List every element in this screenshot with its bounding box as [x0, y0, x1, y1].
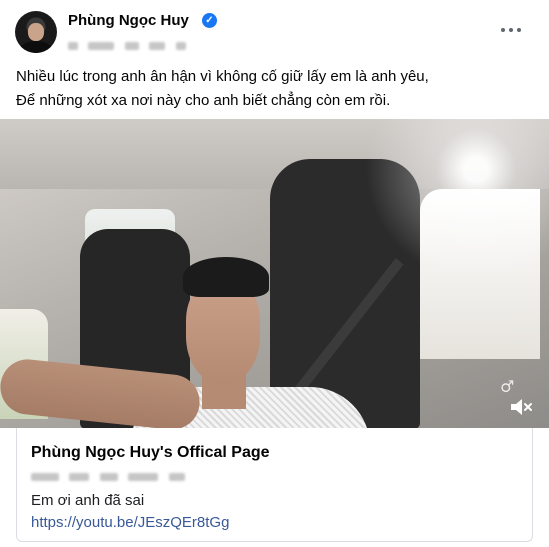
avatar-shirt [19, 41, 53, 53]
blurred-meta [69, 472, 90, 481]
video-scene-person-hair [183, 257, 269, 297]
facebook-post: Phùng Ngọc Huy ✓ Nhiều lúc trong anh ân … [0, 0, 549, 547]
verified-badge-icon: ✓ [202, 13, 217, 28]
author-avatar[interactable] [15, 11, 57, 53]
more-options-icon[interactable] [496, 16, 526, 44]
post-header: Phùng Ngọc Huy ✓ [0, 0, 549, 56]
caption-line-1: Nhiều lúc trong anh ân hận vì không cố g… [16, 68, 429, 85]
link-preview-meta-blurred [31, 468, 191, 481]
video-scene-sunlight [320, 119, 549, 299]
blurred-meta [124, 41, 139, 50]
post-caption: Nhiều lúc trong anh ân hận vì không cố g… [16, 65, 536, 113]
blurred-meta [168, 472, 185, 481]
caption-line-2: Để những xót xa nơi này cho anh biết chẳ… [16, 92, 391, 109]
blurred-meta [128, 472, 159, 481]
post-meta-blurred [68, 37, 192, 50]
avatar-face [28, 23, 44, 41]
link-preview-description: Em ơi anh đã sai [31, 492, 145, 509]
blurred-meta [175, 41, 186, 50]
blurred-meta [68, 41, 78, 50]
blurred-meta [99, 472, 118, 481]
blurred-meta [31, 472, 59, 481]
link-preview-title[interactable]: Phùng Ngọc Huy's Offical Page [31, 444, 270, 462]
link-preview-url[interactable]: https://youtu.be/JEszQEr8tGg [31, 514, 229, 531]
author-name[interactable]: Phùng Ngọc Huy [68, 12, 189, 29]
link-preview-card[interactable]: Phùng Ngọc Huy's Offical Page Em ơi anh … [16, 428, 533, 542]
blurred-meta [149, 41, 166, 50]
volume-muted-icon[interactable] [506, 393, 534, 421]
video-player[interactable]: ♂ [0, 119, 549, 428]
blurred-meta [88, 41, 115, 50]
